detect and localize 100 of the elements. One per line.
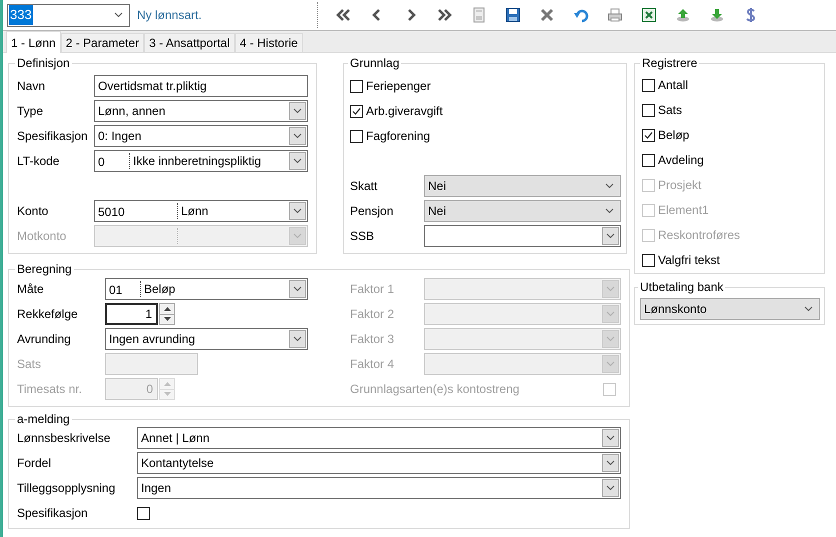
delete-icon: [539, 7, 555, 23]
chevron-down-icon: [293, 133, 302, 139]
field-label: Spesifikasjon: [17, 505, 89, 522]
tab[interactable]: 1 - Lønn: [6, 31, 61, 53]
field-label: Timesats nr.: [17, 381, 83, 398]
undo-icon: [573, 7, 589, 23]
chevron-down-icon: [293, 336, 302, 342]
chevron-down-icon: [606, 435, 615, 441]
field-label: Rekkefølge: [17, 306, 79, 323]
first-icon: [335, 7, 351, 23]
chevron-down-icon: [605, 183, 614, 189]
field-label: Pensjon: [350, 203, 394, 220]
chevron-down-icon: [606, 460, 615, 466]
dropdown-field[interactable]: Nei: [424, 175, 621, 197]
field-label: SSB: [350, 228, 376, 245]
tab[interactable]: 3 - Ansattportal: [144, 33, 235, 52]
field-label: Grunnlagsarten(e)s kontostreng: [350, 381, 520, 398]
chevron-down-icon: [293, 108, 302, 114]
chevron-down-icon: [114, 12, 123, 18]
chevron-down-icon: [293, 158, 302, 164]
field-label: Fordel: [17, 455, 52, 472]
checkbox-label: Fagforening: [366, 128, 430, 145]
chevron-down-icon: [606, 361, 615, 367]
field-label: Måte: [17, 281, 45, 298]
chevron-down-icon: [606, 233, 615, 239]
checkbox-label: Prosjekt: [658, 177, 702, 194]
text-field[interactable]: Overtidsmat tr.pliktig: [94, 75, 308, 97]
checkbox-label: Avdeling: [658, 152, 704, 169]
dropdown-field[interactable]: Lønn, annen: [94, 100, 308, 122]
field-label: Lønnsbeskrivelse: [17, 430, 112, 447]
field-label: Faktor 4: [350, 356, 396, 373]
dropdown-field[interactable]: 5010 Lønn: [94, 200, 308, 222]
checkbox[interactable]: [350, 104, 363, 118]
dropdown-field[interactable]: Annet | Lønn: [137, 427, 621, 449]
tab[interactable]: 2 - Parameter: [60, 33, 144, 52]
upload-icon: [675, 7, 691, 23]
chevron-down-icon: [293, 286, 302, 292]
chevron-down-icon: [606, 485, 615, 491]
field-label: Faktor 2: [350, 306, 396, 323]
dropdown-field[interactable]: Kontantytelse: [137, 452, 621, 474]
group-title: a-melding: [16, 412, 71, 426]
group-title: Beregning: [16, 262, 73, 276]
checkbox-label: Beløp: [658, 127, 690, 144]
spreadsheet-icon: [641, 7, 657, 23]
checkbox[interactable]: [642, 154, 655, 166]
field-label: Konto: [17, 203, 50, 220]
dropdown-field[interactable]: Lønnskonto: [640, 298, 820, 320]
checkbox[interactable]: [350, 80, 363, 92]
field-label: Type: [17, 103, 44, 120]
chevron-down-icon: [606, 336, 615, 342]
download-icon: [709, 7, 725, 23]
checkbox-label: Element1: [658, 202, 709, 219]
field-label: Faktor 3: [350, 331, 396, 348]
field-label: Navn: [17, 78, 46, 95]
dropdown-field[interactable]: Nei: [424, 200, 621, 222]
checkbox[interactable]: [350, 130, 363, 142]
chevron-down-icon: [606, 286, 615, 292]
field-label: LT-kode: [17, 153, 60, 170]
checkbox[interactable]: [642, 78, 655, 92]
field-label: Motkonto: [17, 228, 68, 245]
down-arrow-icon: [164, 317, 170, 322]
checkbox[interactable]: [642, 128, 655, 142]
print-icon: [607, 7, 623, 23]
dropdown-field[interactable]: 01 Beløp: [105, 278, 308, 300]
checkbox[interactable]: [642, 104, 655, 116]
checkbox-label: Feriepenger: [366, 78, 431, 95]
checkbox-label: Sats: [658, 102, 682, 119]
save-icon: [505, 7, 521, 23]
record-dropdown[interactable]: 333: [7, 4, 130, 26]
checkbox[interactable]: [137, 506, 150, 520]
group-title: Grunnlag: [349, 56, 400, 70]
checkbox-label: Arb.giveravgift: [366, 103, 443, 120]
group-title: Registrere: [641, 56, 698, 70]
field-label: Faktor 1: [350, 281, 396, 298]
dropdown-field[interactable]: [424, 225, 621, 247]
dropdown-field[interactable]: Ingen avrunding: [105, 328, 308, 350]
up-arrow-icon: [164, 382, 170, 386]
dropdown-field[interactable]: 0: Ingen: [94, 125, 308, 147]
dropdown-field[interactable]: Ingen: [137, 477, 621, 499]
document-icon: [471, 7, 487, 23]
field-label: Avrunding: [17, 331, 72, 348]
field-label: Skatt: [350, 178, 378, 195]
checkbox-label: Antall: [658, 77, 688, 94]
last-icon: [437, 7, 453, 23]
chevron-down-icon: [606, 311, 615, 317]
group-title: Utbetaling bank: [639, 280, 724, 294]
checkbox[interactable]: [642, 254, 655, 266]
down-arrow-icon: [164, 392, 170, 396]
up-arrow-icon: [164, 306, 170, 311]
field-label: Sats: [17, 356, 42, 373]
checkbox-label: Reskontroføres: [658, 227, 740, 244]
dropdown-field[interactable]: 0 Ikke innberetningspliktig: [94, 150, 308, 172]
tab[interactable]: 4 - Historie: [234, 33, 303, 52]
chevron-down-icon: [605, 208, 614, 214]
field-label: Tilleggsopplysning: [17, 480, 116, 497]
field-label: Spesifikasjon: [17, 128, 89, 145]
status-text: Ny lønnsart.: [137, 7, 203, 24]
group-title: Definisjon: [16, 56, 71, 70]
chevron-down-icon: [293, 233, 302, 239]
chevron-down-icon: [293, 208, 302, 214]
